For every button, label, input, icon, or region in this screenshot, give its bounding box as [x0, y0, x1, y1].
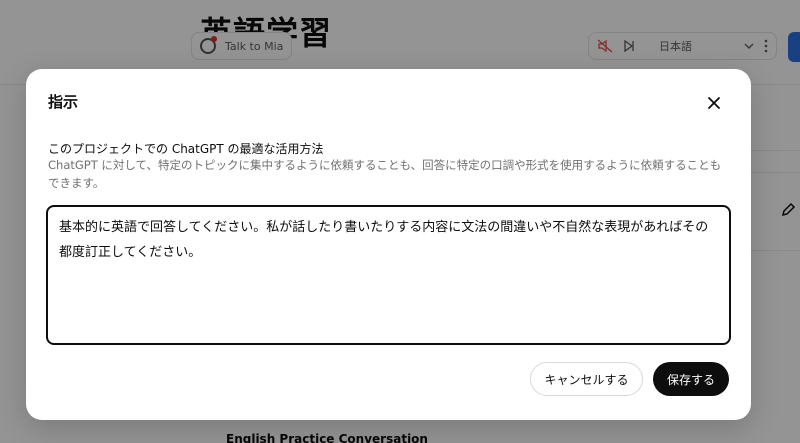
- instructions-textarea[interactable]: 基本的に英語で回答してください。私が話したり書いたりする内容に文法の間違いや不自…: [46, 205, 731, 345]
- cancel-button[interactable]: キャンセルする: [530, 362, 643, 396]
- instructions-description: ChatGPT に対して、特定のトピックに集中するように依頼することも、回答に特…: [48, 158, 722, 190]
- instructions-dialog: 指示 このプロジェクトでの ChatGPT の最適な活用方法 ChatGPT に…: [26, 69, 751, 420]
- save-button[interactable]: 保存する: [653, 362, 729, 396]
- instructions-heading: このプロジェクトでの ChatGPT の最適な活用方法: [48, 142, 324, 156]
- dialog-title: 指示: [48, 93, 79, 111]
- close-icon[interactable]: [706, 95, 722, 111]
